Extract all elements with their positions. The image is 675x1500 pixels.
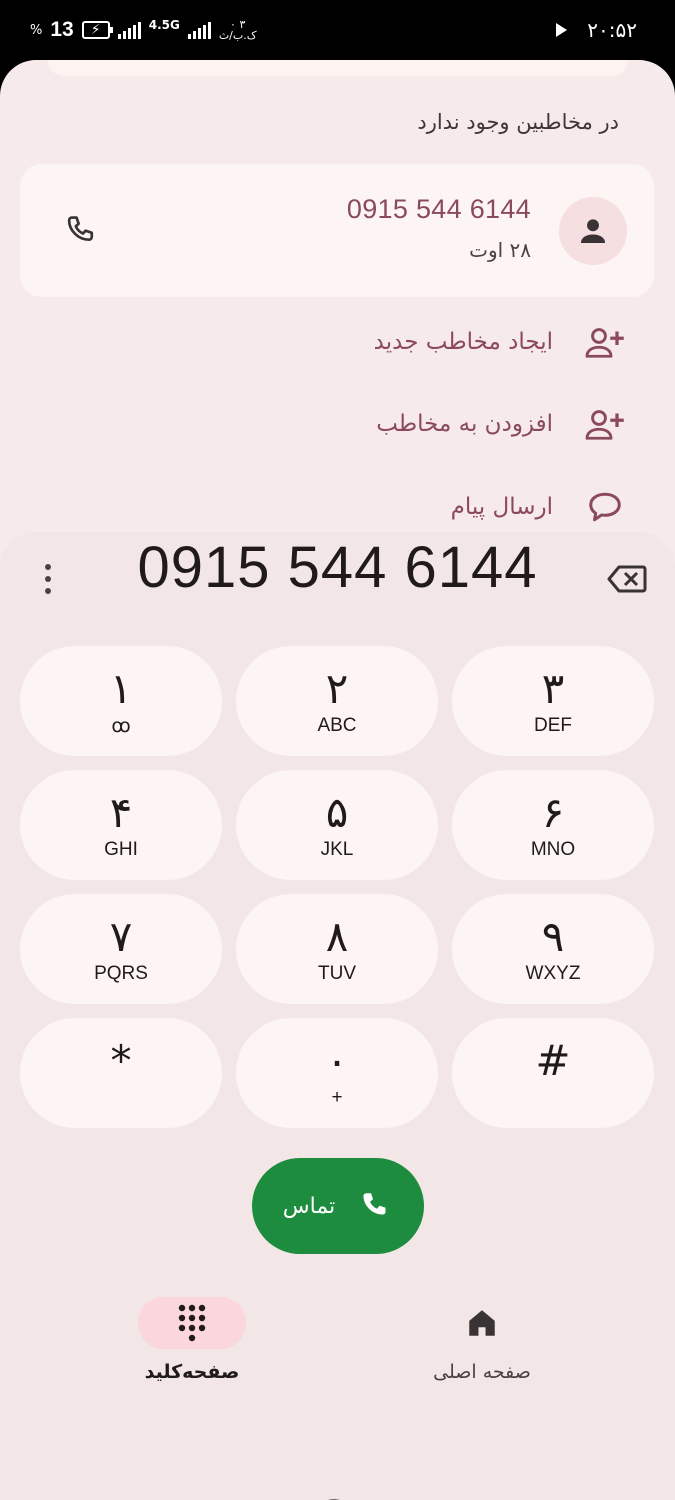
key-letters: DEF (534, 715, 572, 736)
voicemail-icon: ꝏ (111, 715, 131, 737)
key-letters: GHI (104, 839, 138, 860)
call-button-label: تماس (282, 1193, 336, 1219)
key-5[interactable]: ۵ JKL (236, 770, 438, 880)
search-results-top-edge (48, 60, 628, 76)
send-message-action[interactable]: ارسال پیام (27, 477, 627, 537)
key-digit: ۴ (109, 788, 133, 837)
message-icon (583, 485, 627, 529)
key-letters: WXYZ (525, 963, 581, 984)
add-to-contact-label: افزودن به مخاطب (376, 411, 553, 437)
battery-percent-sign: % (30, 22, 43, 38)
key-digit: ۸ (325, 912, 349, 961)
network-speed: ۰ ۳ ک.ب/ث (219, 19, 257, 41)
add-person-icon (583, 402, 627, 446)
key-letters: ABC (317, 715, 357, 736)
keypad-icon (138, 1297, 246, 1349)
recent-call-card[interactable]: 0915 544 6144 ۲۸ اوت (20, 164, 654, 297)
send-message-label: ارسال پیام (450, 494, 553, 520)
keypad-grid: ۱ ꝏ ۲ ABC ۳ DEF ۴ GHI ۵ JKL ۶ MNO ۷ PQRS… (20, 646, 655, 1128)
play-icon (556, 23, 568, 37)
recent-call-number: 0915 544 6144 (346, 194, 531, 224)
dialer-sheet: در مخاطبین وجود ندارد 0915 544 6144 ۲۸ ا… (0, 60, 675, 1500)
recent-call-date: ۲۸ اوت (469, 238, 531, 262)
signal-icon-2 (187, 21, 211, 39)
key-digit: ۲ (325, 664, 349, 713)
nav-keypad-label: صفحه‌کلید (144, 1361, 240, 1383)
create-new-contact-action[interactable]: ایجاد مخاطب جدید (27, 312, 627, 372)
key-digit: ۰ (325, 1036, 349, 1085)
avatar (559, 197, 627, 265)
system-navigation-bar (0, 1492, 675, 1500)
key-6[interactable]: ۶ MNO (452, 770, 654, 880)
key-3[interactable]: ۳ DEF (452, 646, 654, 756)
status-right: ۲۰:۵۲ (556, 18, 637, 42)
key-letters: + (331, 1087, 343, 1108)
key-letters: TUV (318, 963, 356, 984)
key-4[interactable]: ۴ GHI (20, 770, 222, 880)
key-hash[interactable]: # (452, 1018, 654, 1128)
key-7[interactable]: ۷ PQRS (20, 894, 222, 1004)
signal-icon (117, 21, 141, 39)
battery-percent: 13 (50, 18, 74, 41)
key-digit: # (535, 1036, 571, 1085)
network-speed-unit: ک.ب/ث (218, 29, 257, 42)
nav-home[interactable]: صفحه اصلی (402, 1297, 562, 1383)
call-icon[interactable] (62, 212, 100, 250)
dialpad-panel: 0915 544 6144 ۱ ꝏ ۲ ABC ۳ DEF ۴ GHI ۵ JK… (0, 532, 675, 1500)
key-digit: ۷ (109, 912, 133, 961)
key-digit: ۹ (541, 912, 565, 961)
key-letters: PQRS (94, 963, 148, 984)
call-button[interactable]: تماس (252, 1158, 424, 1254)
create-new-contact-label: ایجاد مخاطب جدید (373, 329, 553, 355)
network-type: 4.5G (148, 18, 180, 32)
clock: ۲۰:۵۲ (587, 18, 637, 42)
add-person-icon (583, 320, 627, 364)
key-0[interactable]: ۰ + (236, 1018, 438, 1128)
add-to-contact-action[interactable]: افزودن به مخاطب (27, 394, 627, 454)
status-left: % 13 ⚡ 4.5G ۰ ۳ ک.ب/ث (30, 18, 257, 42)
more-options-icon[interactable] (40, 564, 56, 594)
person-icon (580, 219, 606, 244)
key-digit: ۱ (109, 663, 133, 713)
nav-keypad[interactable]: صفحه‌کلید (112, 1297, 272, 1383)
key-2[interactable]: ۲ ABC (236, 646, 438, 756)
key-star[interactable]: * (20, 1018, 222, 1128)
key-1[interactable]: ۱ ꝏ (20, 646, 222, 756)
battery-charging-icon: ⚡ (81, 21, 113, 39)
key-digit: ۳ (541, 664, 565, 713)
key-digit: ۵ (325, 788, 349, 837)
key-letters: MNO (530, 839, 576, 860)
phone-icon (363, 1193, 386, 1215)
home-icon (428, 1297, 536, 1349)
key-8[interactable]: ۸ TUV (236, 894, 438, 1004)
nav-home-label: صفحه اصلی (433, 1361, 531, 1383)
key-letters: JKL (320, 839, 354, 860)
not-in-contacts-label: در مخاطبین وجود ندارد (417, 110, 619, 134)
key-digit: ۶ (541, 788, 565, 837)
dialed-number[interactable]: 0915 544 6144 (100, 534, 575, 601)
backspace-icon[interactable] (607, 564, 647, 594)
key-9[interactable]: ۹ WXYZ (452, 894, 654, 1004)
status-bar: % 13 ⚡ 4.5G ۰ ۳ ک.ب/ث ۲۰:۵۲ (0, 0, 675, 62)
key-digit: * (110, 1036, 132, 1085)
